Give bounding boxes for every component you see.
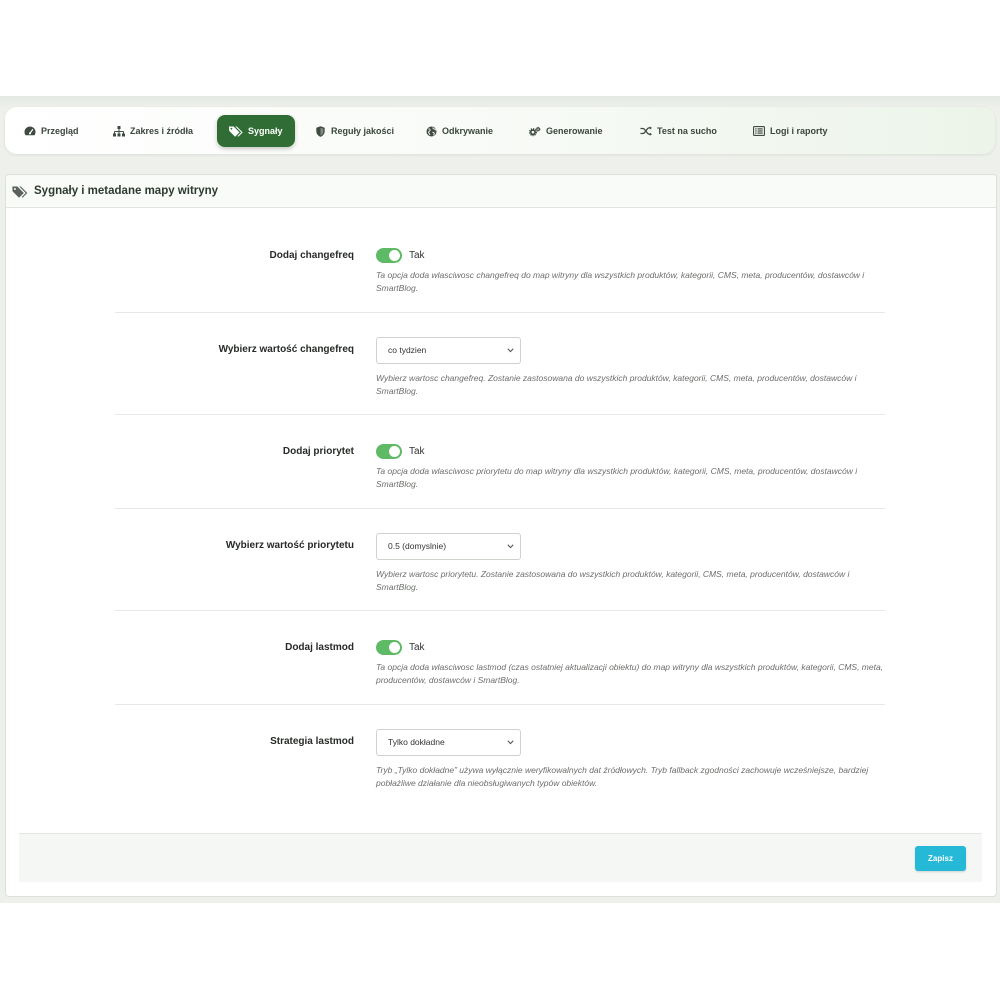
form-row-add-lastmod: Dodaj lastmod Tak Ta opcja doda wlasciwo… — [6, 640, 996, 700]
lastmod-strategy-select[interactable]: Tylko dokładne — [376, 729, 521, 756]
row-divider — [115, 508, 885, 509]
tags-icon — [229, 126, 243, 137]
tab-odkrywanie[interactable]: Odkrywanie — [425, 115, 493, 147]
form-row-lastmod-strategy: Strategia lastmod Tylko dokładne Tryb „T… — [6, 729, 996, 789]
help-text: Wybierz wartosc changefreq. Zostanie zas… — [376, 373, 857, 396]
field-label: Strategia lastmod — [270, 736, 354, 747]
tab-label: Odkrywanie — [442, 126, 494, 136]
field-label: Dodaj changefreq — [269, 250, 354, 261]
cogs-icon — [529, 126, 541, 137]
tab-label: Przegląd — [41, 126, 79, 136]
panel-header: Sygnały i metadane mapy witryny — [6, 175, 996, 208]
sitemap-icon — [113, 125, 125, 137]
tab-test-na-sucho[interactable]: Test na sucho — [640, 115, 717, 147]
select-value: Tylko dokładne — [388, 737, 445, 747]
priority-select[interactable]: 0.5 (domyslnie) — [376, 533, 521, 560]
tab-reguly-jakosci[interactable]: Reguły jakości — [314, 115, 394, 147]
tags-icon — [12, 185, 28, 203]
field-label: Dodaj priorytet — [282, 446, 354, 457]
row-divider — [115, 610, 885, 611]
toggle-label: Tak — [409, 446, 425, 457]
row-divider — [115, 414, 885, 415]
tab-przeglad[interactable]: Przegląd — [24, 115, 79, 147]
shuffle-icon — [640, 126, 652, 136]
toggle-knob — [389, 446, 400, 457]
tab-logi-i-raporty[interactable]: Logi i raporty — [753, 115, 828, 147]
chevron-down-icon — [507, 740, 514, 745]
chevron-down-icon — [507, 348, 514, 353]
select-value: 0.5 (domyslnie) — [388, 541, 447, 551]
select-value: co tydzien — [388, 345, 427, 355]
panel-footer: Zapisz — [19, 833, 982, 882]
tab-label: Sygnały — [248, 126, 283, 136]
field-label: Dodaj lastmod — [285, 642, 354, 653]
signals-panel: Sygnały i metadane mapy witryny Dodaj ch… — [5, 174, 997, 897]
form-row-add-priority: Dodaj priorytet Tak Ta opcja doda wlasci… — [6, 444, 996, 504]
tab-generowanie[interactable]: Generowanie — [529, 115, 603, 147]
tab-sygnaly[interactable]: Sygnały — [217, 115, 295, 147]
help-text: Ta opcja doda wlasciwosc changefreq do m… — [376, 270, 865, 293]
list-icon — [753, 126, 765, 136]
tab-label: Generowanie — [546, 126, 603, 136]
changefreq-toggle[interactable] — [376, 248, 402, 263]
priority-toggle[interactable] — [376, 444, 402, 459]
toggle-knob — [389, 642, 400, 653]
save-button[interactable]: Zapisz — [915, 846, 966, 871]
form-row-add-changefreq: Dodaj changefreq Tak Ta opcja doda wlasc… — [6, 248, 996, 308]
toggle-knob — [389, 250, 400, 261]
row-divider — [115, 704, 885, 705]
help-text: Wybierz wartosc priorytetu. Zostanie zas… — [376, 569, 850, 592]
help-text: Ta opcja doda wlasciwosc lastmod (czas o… — [376, 662, 884, 685]
toggle-label: Tak — [409, 250, 425, 261]
tab-zakres-i-zrodla[interactable]: Zakres i źródła — [113, 115, 193, 147]
toggle-label: Tak — [409, 642, 425, 653]
form-row-changefreq-value: Wybierz wartość changefreq co tydzien Wy… — [6, 337, 996, 397]
panel-title: Sygnały i metadane mapy witryny — [34, 185, 219, 197]
row-divider — [115, 312, 885, 313]
lastmod-toggle[interactable] — [376, 640, 402, 655]
globe-icon — [425, 126, 437, 137]
form-row-priority-value: Wybierz wartość priorytetu 0.5 (domyslni… — [6, 533, 996, 593]
dashboard-icon — [24, 126, 36, 136]
module-tab-bar: Przegląd Zakres i źródła Sygnały Reguły … — [5, 107, 995, 154]
tab-label: Zakres i źródła — [130, 126, 194, 136]
help-text: Ta opcja doda wlasciwosc priorytetu do m… — [376, 466, 858, 489]
shield-icon — [314, 125, 326, 137]
tab-label: Reguły jakości — [331, 126, 395, 136]
tab-label: Logi i raporty — [770, 126, 828, 136]
field-label: Wybierz wartość priorytetu — [225, 540, 354, 551]
help-text: Tryb „Tylko dokładne” używa wyłącznie we… — [376, 765, 869, 788]
tab-label: Test na sucho — [657, 126, 717, 136]
field-label: Wybierz wartość changefreq — [218, 344, 354, 355]
changefreq-select[interactable]: co tydzien — [376, 337, 521, 364]
chevron-down-icon — [507, 544, 514, 549]
